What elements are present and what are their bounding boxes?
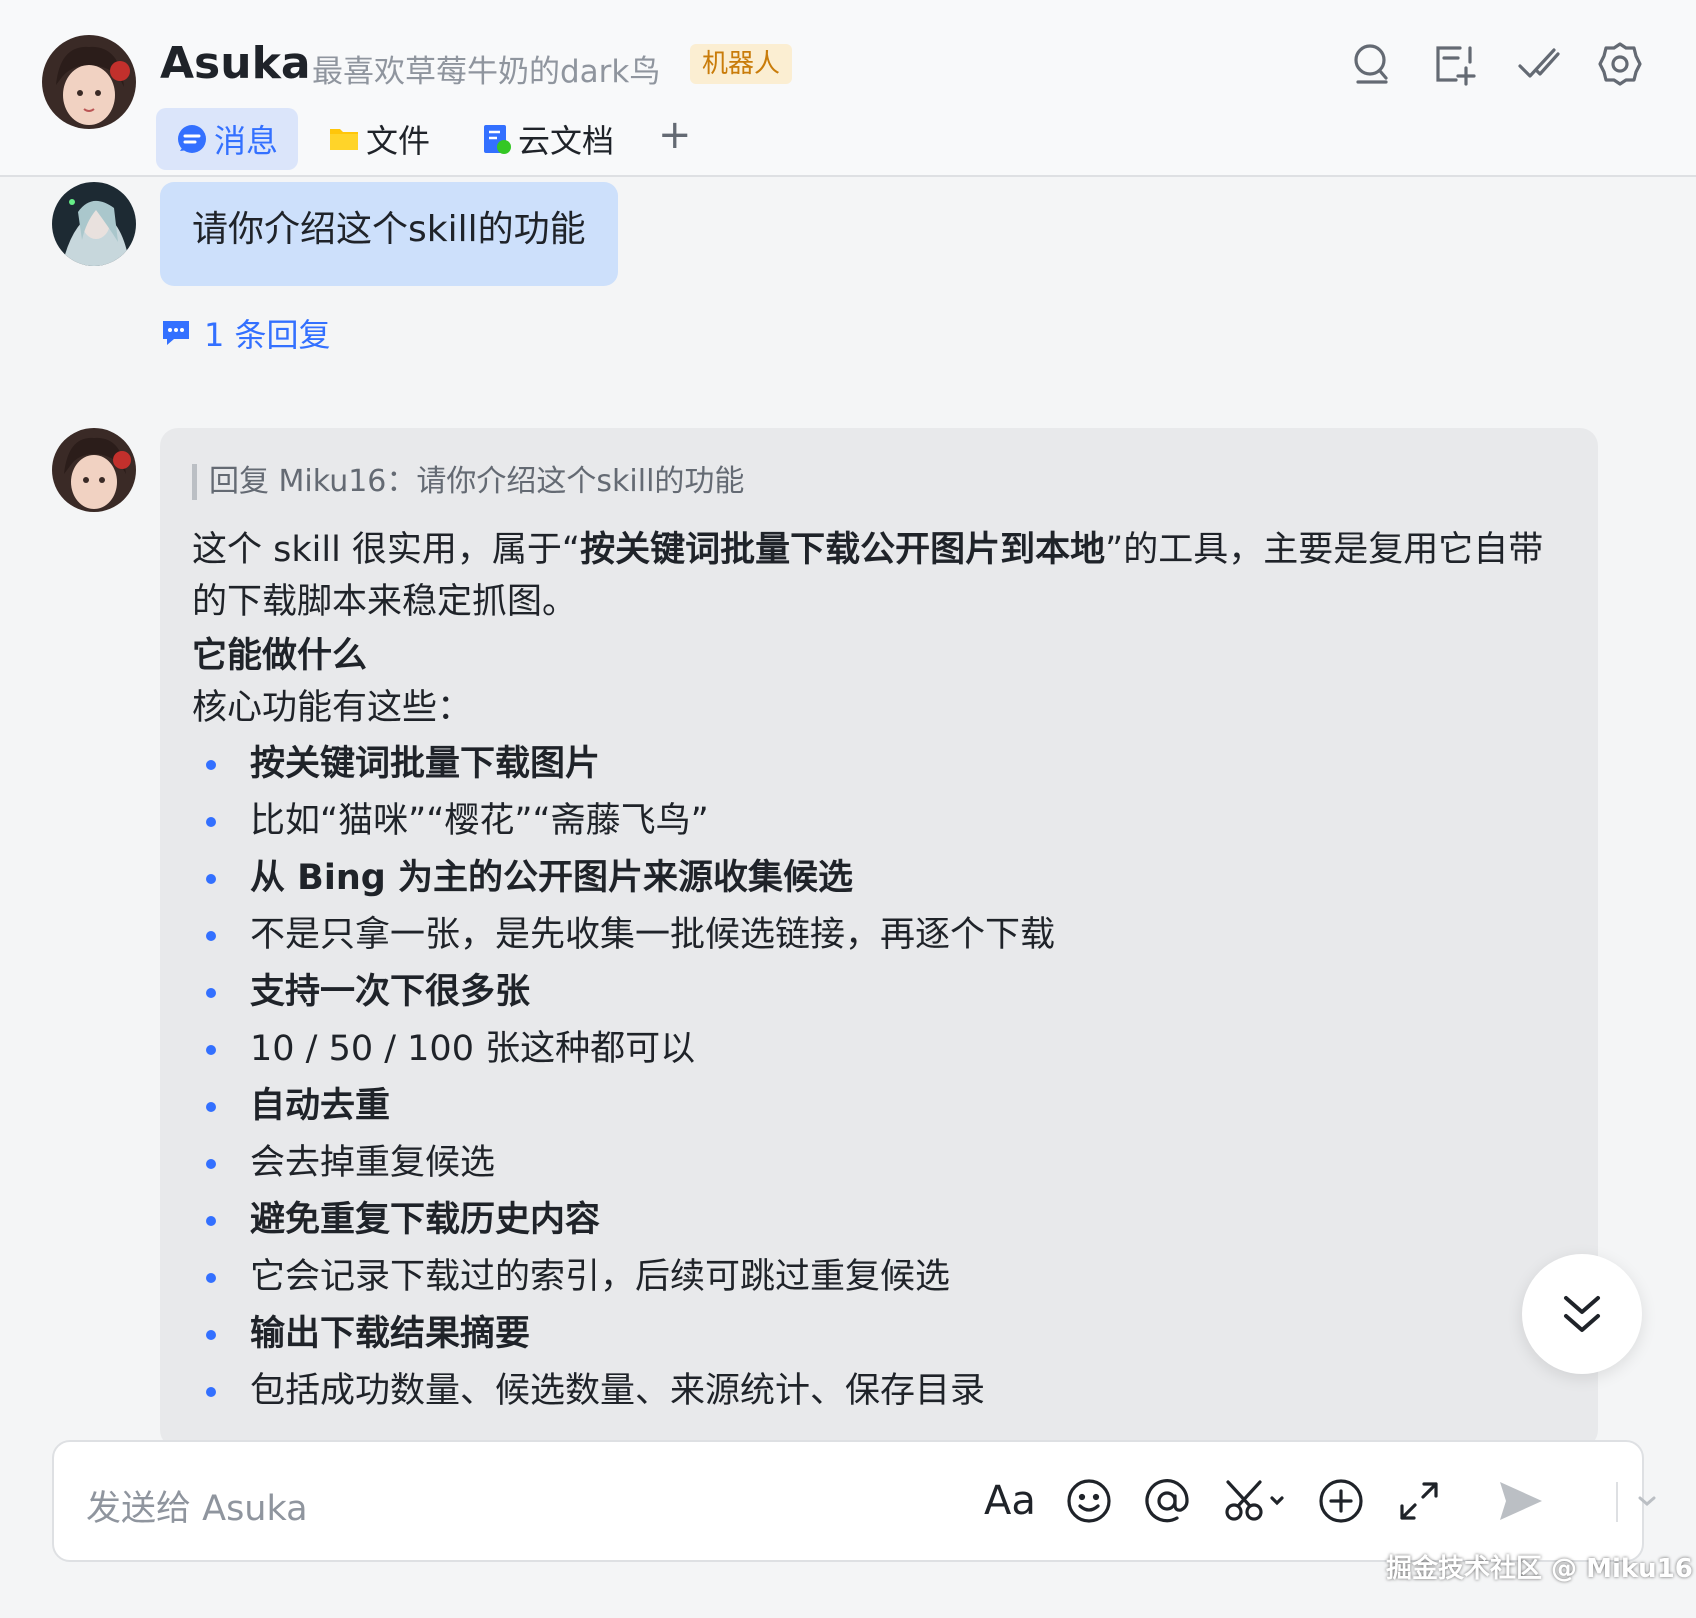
feature-list-item: 会去掉重复候选: [192, 1135, 1566, 1192]
add-tab-button[interactable]: +: [658, 112, 692, 158]
bot-message-bubble[interactable]: 回复 Miku16：请你介绍这个skill的功能 这个 skill 很实用，属于…: [160, 428, 1598, 1448]
expand-icon[interactable]: [1392, 1474, 1446, 1528]
chat-signature: 最喜欢草莓牛奶的dark鸟: [312, 54, 661, 90]
feature-list-item: 比如“猫咪”“樱花”“斋藤飞鸟”: [192, 793, 1566, 850]
feature-list-item: 不是只拿一张，是先收集一批候选链接，再逐个下载: [192, 907, 1566, 964]
tab-files[interactable]: 文件: [308, 108, 450, 170]
intro-text-1: 这个 skill 很实用，属于“: [192, 530, 581, 570]
doc-icon: [480, 123, 512, 155]
font-icon[interactable]: Aa: [984, 1474, 1038, 1528]
emoji-icon[interactable]: [1062, 1474, 1116, 1528]
user-message-text: 请你介绍这个skill的功能: [192, 209, 586, 250]
user-avatar[interactable]: [52, 182, 136, 266]
thread-reply-link[interactable]: 1 条回复: [160, 310, 331, 356]
bot-intro-paragraph: 这个 skill 很实用，属于“按关键词批量下载公开图片到本地”的工具，主要是复…: [192, 524, 1566, 628]
reply-quote: 回复 Miku16：请你介绍这个skill的功能: [192, 464, 1566, 500]
feature-list-item: 10 / 50 / 100 张这种都可以: [192, 1021, 1566, 1078]
section-heading: 它能做什么: [192, 636, 368, 676]
chat-header: Asuka 最喜欢草莓牛奶的dark鸟 机器人 消息 文件 云文档 +: [0, 0, 1696, 177]
add-screen-icon[interactable]: [1430, 40, 1478, 88]
feature-list-item: 它会记录下载过的索引，后续可跳过重复候选: [192, 1249, 1566, 1306]
folder-icon: [328, 123, 360, 155]
tab-label: 文件: [366, 122, 431, 160]
thread-icon: [163, 321, 189, 345]
send-divider: [1616, 1482, 1618, 1522]
feature-list-item: 支持一次下很多张: [192, 964, 1566, 1021]
feature-list-item: 自动去重: [192, 1078, 1566, 1135]
feature-list-item: 从 Bing 为主的公开图片来源收集候选: [192, 850, 1566, 907]
user-message-bubble[interactable]: 请你介绍这个skill的功能: [160, 182, 618, 286]
feature-list-item: 包括成功数量、候选数量、来源统计、保存目录: [192, 1363, 1566, 1420]
send-icon[interactable]: [1494, 1474, 1548, 1528]
list-lead: 核心功能有这些：: [192, 688, 473, 728]
feature-list-item: 输出下载结果摘要: [192, 1306, 1566, 1363]
mention-icon[interactable]: [1140, 1474, 1194, 1528]
plus-circle-icon[interactable]: [1314, 1474, 1368, 1528]
screenshot-icon[interactable]: [1220, 1474, 1292, 1528]
watermark: 掘金技术社区 @ Miku16: [1386, 1554, 1693, 1584]
tab-docs[interactable]: 云文档: [460, 108, 634, 170]
tab-messages[interactable]: 消息: [156, 108, 299, 170]
message-icon: [176, 123, 208, 155]
tab-label: 云文档: [518, 122, 615, 160]
reply-count-label: 1 条回复: [204, 316, 331, 354]
chat-title: Asuka: [160, 38, 311, 89]
double-chevron-down-icon: [1564, 1296, 1600, 1332]
intro-text-bold: 按关键词批量下载公开图片到本地: [580, 530, 1106, 570]
bot-badge: 机器人: [690, 44, 793, 84]
feature-list-item: 按关键词批量下载图片: [192, 736, 1566, 793]
message-input[interactable]: 发送给 Asuka: [86, 1480, 308, 1531]
bot-avatar[interactable]: [42, 35, 136, 129]
check-list-icon[interactable]: [1514, 40, 1562, 88]
scroll-to-bottom-button[interactable]: [1522, 1254, 1642, 1374]
settings-icon[interactable]: [1596, 40, 1644, 88]
feature-list: 按关键词批量下载图片 比如“猫咪”“樱花”“斋藤飞鸟” 从 Bing 为主的公开图片…: [192, 736, 1566, 1420]
feature-list-item: 避免重复下载历史内容: [192, 1192, 1566, 1249]
bot-message-avatar[interactable]: [52, 428, 136, 512]
chevron-down-icon[interactable]: [1632, 1474, 1662, 1528]
search-icon[interactable]: [1348, 40, 1396, 88]
tab-label: 消息: [214, 122, 279, 160]
message-input-box[interactable]: 发送给 Asuka Aa: [52, 1440, 1656, 1562]
